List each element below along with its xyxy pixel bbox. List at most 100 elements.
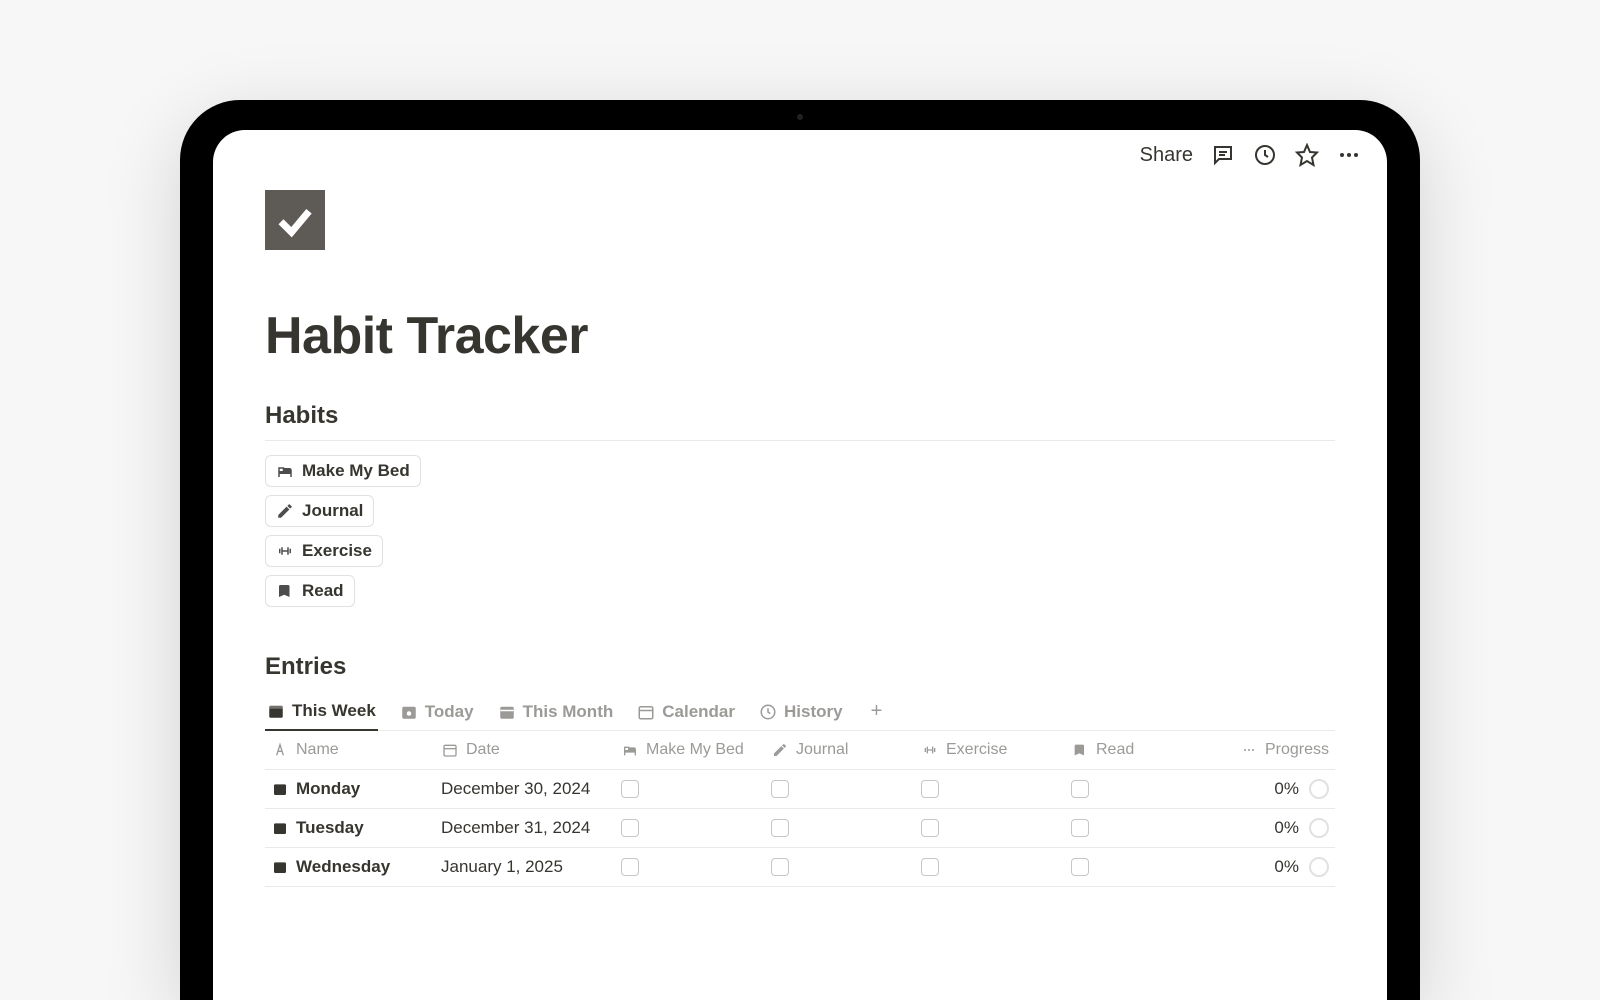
cell-name: Wednesday xyxy=(265,848,435,886)
cell-name: Monday xyxy=(265,770,435,808)
page-check-icon[interactable] xyxy=(265,190,325,250)
cell-read xyxy=(1065,848,1215,886)
checkbox[interactable] xyxy=(921,819,939,837)
checkbox[interactable] xyxy=(621,780,639,798)
habit-journal[interactable]: Journal xyxy=(265,495,374,527)
habits-section-title: Habits xyxy=(265,402,1335,441)
cell-exercise xyxy=(915,848,1065,886)
row-name-label: Wednesday xyxy=(296,857,390,877)
column-label: Journal xyxy=(796,741,848,759)
cell-date: January 1, 2025 xyxy=(435,848,615,886)
cell-name: Tuesday xyxy=(265,809,435,847)
checkbox[interactable] xyxy=(921,780,939,798)
add-view-button[interactable]: + xyxy=(865,700,889,723)
row-name-label: Monday xyxy=(296,779,360,799)
calendar-day-icon xyxy=(400,703,418,721)
progress-ring-icon xyxy=(1309,779,1329,799)
comments-icon[interactable] xyxy=(1211,143,1235,167)
checkbox[interactable] xyxy=(621,819,639,837)
cell-exercise xyxy=(915,770,1065,808)
checkbox[interactable] xyxy=(771,780,789,798)
habit-read[interactable]: Read xyxy=(265,575,355,607)
calendar-icon xyxy=(271,858,289,876)
cell-date: December 30, 2024 xyxy=(435,770,615,808)
cell-read xyxy=(1065,809,1215,847)
calendar-icon xyxy=(441,741,459,759)
page-title[interactable]: Habit Tracker xyxy=(265,306,1335,366)
column-label: Read xyxy=(1096,741,1134,759)
calendar-icon xyxy=(271,780,289,798)
progress-value: 0% xyxy=(1274,818,1299,838)
column-label: Date xyxy=(466,741,500,759)
habit-label: Journal xyxy=(302,501,363,521)
column-exercise[interactable]: Exercise xyxy=(915,731,1065,769)
cell-journal xyxy=(765,848,915,886)
column-progress[interactable]: Progress xyxy=(1215,731,1335,769)
book-icon xyxy=(276,582,294,600)
calendar-month-icon xyxy=(498,703,516,721)
progress-ring-icon xyxy=(1309,818,1329,838)
cell-make-bed xyxy=(615,809,765,847)
app-screen: Share Habit Tracker Habits xyxy=(213,130,1387,1000)
star-icon[interactable] xyxy=(1295,143,1319,167)
topbar: Share xyxy=(213,130,1387,180)
tab-label: This Week xyxy=(292,701,376,721)
pencil-icon xyxy=(276,502,294,520)
habit-exercise[interactable]: Exercise xyxy=(265,535,383,567)
tab-this-month[interactable]: This Month xyxy=(496,694,616,730)
column-name[interactable]: Name xyxy=(265,731,435,769)
tab-label: History xyxy=(784,702,843,722)
dumbbell-icon xyxy=(921,741,939,759)
cell-exercise xyxy=(915,809,1065,847)
column-label: Progress xyxy=(1265,741,1329,759)
tab-label: Calendar xyxy=(662,702,735,722)
column-make-my-bed[interactable]: Make My Bed xyxy=(615,731,765,769)
share-button[interactable]: Share xyxy=(1140,144,1193,167)
progress-value: 0% xyxy=(1274,857,1299,877)
tab-calendar[interactable]: Calendar xyxy=(635,694,737,730)
checkbox[interactable] xyxy=(1071,819,1089,837)
pencil-icon xyxy=(771,741,789,759)
checkbox[interactable] xyxy=(1071,858,1089,876)
clock-icon[interactable] xyxy=(1253,143,1277,167)
checkbox[interactable] xyxy=(1071,780,1089,798)
dumbbell-icon xyxy=(276,542,294,560)
column-journal[interactable]: Journal xyxy=(765,731,915,769)
habit-label: Read xyxy=(302,581,344,601)
cell-progress: 0% xyxy=(1215,809,1335,847)
progress-value: 0% xyxy=(1274,779,1299,799)
column-read[interactable]: Read xyxy=(1065,731,1215,769)
cell-journal xyxy=(765,770,915,808)
checkbox[interactable] xyxy=(621,858,639,876)
table-row[interactable]: Tuesday December 31, 2024 0% xyxy=(265,809,1335,848)
column-label: Exercise xyxy=(946,741,1007,759)
cell-progress: 0% xyxy=(1215,770,1335,808)
tab-history[interactable]: History xyxy=(757,694,845,730)
table-row[interactable]: Wednesday January 1, 2025 0% xyxy=(265,848,1335,887)
checkbox[interactable] xyxy=(921,858,939,876)
entries-section-title: Entries xyxy=(265,653,1335,681)
column-date[interactable]: Date xyxy=(435,731,615,769)
cell-make-bed xyxy=(615,770,765,808)
bed-icon xyxy=(276,462,294,480)
habits-list: Make My Bed Journal Exercise xyxy=(265,455,1335,607)
calendar-icon xyxy=(271,819,289,837)
tab-label: This Month xyxy=(523,702,614,722)
checkbox[interactable] xyxy=(771,819,789,837)
tablet-camera xyxy=(797,114,803,120)
cell-progress: 0% xyxy=(1215,848,1335,886)
more-icon[interactable] xyxy=(1337,143,1361,167)
tab-today[interactable]: Today xyxy=(398,694,476,730)
table-row[interactable]: Monday December 30, 2024 0% xyxy=(265,770,1335,809)
cell-read xyxy=(1065,770,1215,808)
tablet-frame: Share Habit Tracker Habits xyxy=(180,100,1420,1000)
progress-ring-icon xyxy=(1309,857,1329,877)
calendar-icon xyxy=(637,703,655,721)
cell-journal xyxy=(765,809,915,847)
checkbox[interactable] xyxy=(771,858,789,876)
book-icon xyxy=(1071,741,1089,759)
cell-date: December 31, 2024 xyxy=(435,809,615,847)
entries-table: Name Date Make My Bed xyxy=(265,731,1335,887)
tab-this-week[interactable]: This Week xyxy=(265,693,378,731)
habit-make-my-bed[interactable]: Make My Bed xyxy=(265,455,421,487)
